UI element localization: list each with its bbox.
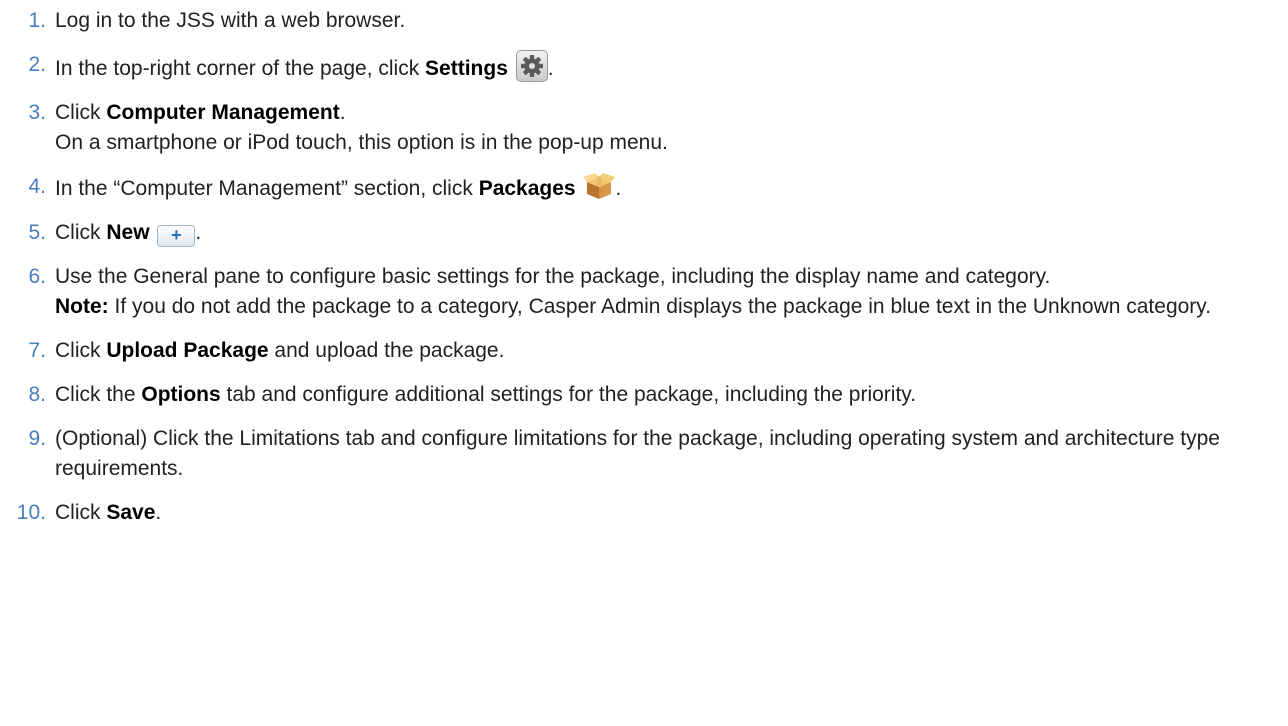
step-text-end: .: [547, 57, 554, 80]
step-number: 1.: [28, 9, 46, 32]
gear-icon: [515, 50, 548, 82]
step-number: 7.: [28, 339, 46, 362]
save-label: Save: [106, 501, 156, 524]
package-icon: [583, 172, 616, 200]
step-6: 6. Use the General pane to configure bas…: [0, 262, 1288, 322]
step-number: 8.: [28, 383, 46, 406]
step-text-end: tab and configure additional settings fo…: [220, 383, 917, 406]
step-note: Note: If you do not add the package to a…: [55, 292, 1288, 322]
step-text-end: .: [155, 501, 162, 524]
step-note: On a smartphone or iPod touch, this opti…: [55, 131, 668, 154]
step-number: 6.: [28, 265, 46, 288]
step-1: 1. Log in to the JSS with a web browser.: [0, 6, 1288, 36]
step-text: (Optional) Click the Limitations tab and…: [55, 427, 1220, 480]
settings-label: Settings: [425, 57, 508, 80]
step-number: 3.: [28, 101, 46, 124]
step-text: Click: [55, 221, 107, 244]
note-text: If you do not add the package to a categ…: [108, 295, 1212, 318]
step-text: Click: [55, 501, 107, 524]
step-text: Click: [55, 101, 107, 124]
step-7: 7. Click Upload Package and upload the p…: [0, 336, 1288, 366]
step-text: Use the General pane to configure basic …: [55, 265, 1051, 288]
step-text-end: .: [195, 221, 202, 244]
step-number: 10.: [16, 501, 46, 524]
note-label: Note:: [55, 295, 109, 318]
step-number: 5.: [28, 221, 46, 244]
step-8: 8. Click the Options tab and configure a…: [0, 380, 1288, 410]
packages-label: Packages: [478, 177, 576, 200]
step-9: 9. (Optional) Click the Limitations tab …: [0, 424, 1288, 484]
step-number: 9.: [28, 427, 46, 450]
plus-icon: +: [157, 225, 196, 247]
step-text-end: .: [339, 101, 346, 124]
options-label: Options: [141, 383, 221, 406]
step-text: Click the: [55, 383, 142, 406]
step-text: Click: [55, 339, 107, 362]
step-text-end: and upload the package.: [268, 339, 505, 362]
step-4: 4. In the “Computer Management” section,…: [0, 172, 1288, 204]
upload-package-label: Upload Package: [106, 339, 269, 362]
step-10: 10. Click Save.: [0, 498, 1288, 528]
step-2: 2. In the top-right corner of the page, …: [0, 50, 1288, 84]
computer-management-label: Computer Management: [106, 101, 340, 124]
step-3: 3. Click Computer Management. On a smart…: [0, 98, 1288, 158]
step-text: Log in to the JSS with a web browser.: [55, 9, 406, 32]
new-label: New: [106, 221, 150, 244]
step-number: 4.: [28, 175, 46, 198]
step-text-end: .: [615, 177, 622, 200]
procedure-steps: 1. Log in to the JSS with a web browser.…: [0, 0, 1288, 528]
step-text: In the “Computer Management” section, cl…: [55, 177, 479, 200]
step-number: 2.: [28, 53, 46, 76]
step-text: In the top-right corner of the page, cli…: [55, 57, 426, 80]
step-5: 5. Click New +.: [0, 218, 1288, 248]
